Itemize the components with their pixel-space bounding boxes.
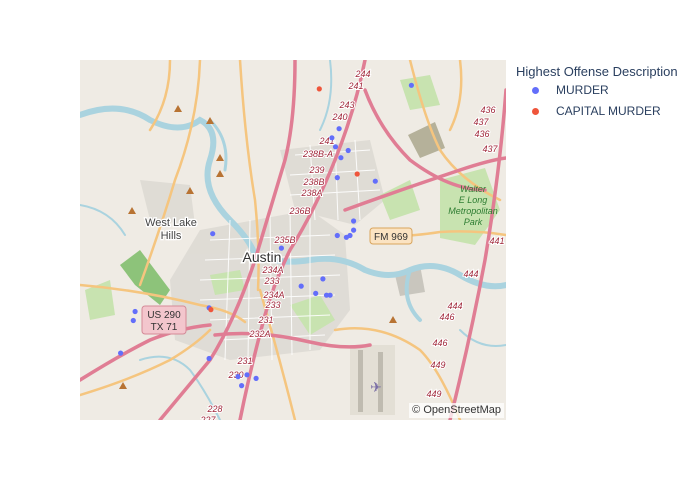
murder-point[interactable] — [320, 276, 326, 282]
map-attribution[interactable]: © OpenStreetMap — [409, 403, 504, 418]
legend-marker-capital-murder — [532, 108, 539, 115]
city-label-austin: Austin — [243, 249, 282, 265]
murder-point[interactable] — [244, 372, 250, 378]
exit-number-label: 449 — [430, 360, 445, 370]
exit-number-label: 235B — [273, 235, 295, 245]
murder-point[interactable] — [372, 178, 378, 184]
shield-us290-tx71: US 290 TX 71 — [141, 305, 187, 335]
exit-number-label: 238A — [300, 188, 322, 198]
legend-item-murder[interactable]: MURDER — [516, 81, 678, 100]
exit-number-label: 444 — [463, 269, 478, 279]
exit-number-label: 240 — [331, 112, 347, 122]
exit-number-label: 437 — [473, 117, 489, 127]
murder-point[interactable] — [278, 245, 284, 251]
exit-number-label: 446 — [432, 338, 447, 348]
quarry — [408, 122, 445, 158]
exit-number-label: 236B — [288, 206, 310, 216]
legend-label-capital-murder: CAPITAL MURDER — [556, 104, 661, 118]
exit-number-label: 436 — [480, 105, 495, 115]
exit-number-label: 436 — [474, 129, 489, 139]
exit-number-label: 231 — [236, 356, 252, 366]
exit-number-label: 232A — [248, 329, 270, 339]
murder-point[interactable] — [338, 155, 344, 161]
capital-murder-point[interactable] — [316, 86, 322, 92]
capital-murder-point[interactable] — [208, 307, 214, 313]
murder-point[interactable] — [343, 234, 349, 240]
murder-point[interactable] — [239, 383, 245, 389]
place-label-west-lake-2: Hills — [161, 230, 182, 242]
shield-us290-label: US 290 — [147, 310, 181, 321]
shield-fm969: FM 969 — [369, 227, 413, 245]
murder-point[interactable] — [298, 283, 304, 289]
exit-number-label: 239 — [308, 165, 324, 175]
murder-point[interactable] — [253, 375, 259, 381]
murder-point[interactable] — [351, 227, 357, 233]
place-label-west-lake-1: West Lake — [145, 217, 197, 229]
murder-point[interactable] — [408, 82, 414, 88]
exit-number-label: 449 — [426, 389, 441, 399]
sh130 — [448, 88, 506, 420]
murder-point[interactable] — [132, 308, 138, 315]
murder-point[interactable] — [323, 292, 330, 298]
exit-number-label: 227 — [199, 415, 216, 420]
capital-murder-point[interactable] — [354, 171, 360, 177]
legend-label-murder: MURDER — [556, 83, 609, 97]
shield-tx71-label: TX 71 — [151, 322, 178, 333]
map-panel[interactable]: ✈ 244 241 243 240 241 238B-A 239 238B 23… — [80, 60, 506, 420]
murder-point[interactable] — [332, 144, 339, 150]
exit-number-label: 446 — [439, 312, 454, 322]
park-label-4: Park — [464, 217, 483, 227]
park-label-2: E Long — [459, 195, 488, 205]
murder-point[interactable] — [336, 126, 342, 132]
exit-number-label: 230 — [227, 370, 243, 380]
murder-point[interactable] — [345, 147, 351, 154]
murder-point[interactable] — [329, 135, 335, 141]
park-label-1: Walter — [460, 184, 487, 194]
airport: ✈ — [350, 345, 395, 415]
exit-number-label: 444 — [447, 301, 462, 311]
legend-title: Highest Offense Description — [516, 64, 678, 79]
exit-number-label: 238B — [302, 177, 324, 187]
exit-number-label: 234A — [261, 265, 283, 275]
murder-point[interactable] — [206, 355, 212, 362]
legend-marker-murder — [532, 87, 539, 94]
exit-number-label: 231 — [257, 315, 273, 325]
exit-number-label: 233 — [264, 300, 280, 310]
murder-point[interactable] — [351, 218, 357, 224]
exit-number-label: 241 — [347, 81, 363, 91]
exit-number-label: 233 — [263, 276, 279, 286]
murder-point[interactable] — [130, 317, 136, 324]
exit-number-label: 238B-A — [302, 149, 333, 159]
exit-number-label: 243 — [338, 100, 354, 110]
shield-fm969-label: FM 969 — [374, 232, 408, 243]
murder-point[interactable] — [334, 232, 340, 239]
exit-number-label: 441 — [489, 236, 504, 246]
street-map[interactable]: ✈ 244241243240241238B-A239238B238A236B23… — [80, 60, 506, 420]
exit-number-label: 244 — [354, 69, 370, 79]
park-label-3: Metropolitan — [448, 206, 498, 216]
murder-point[interactable] — [313, 290, 319, 296]
exit-number-label: 437 — [482, 144, 498, 154]
murder-point[interactable] — [210, 231, 216, 237]
murder-point[interactable] — [118, 350, 124, 356]
svg-text:✈: ✈ — [370, 379, 382, 395]
exit-number-label: 234A — [262, 290, 284, 300]
legend-item-capital-murder[interactable]: CAPITAL MURDER — [516, 102, 678, 121]
murder-point[interactable] — [334, 175, 340, 181]
legend: Highest Offense Description MURDER CAPIT… — [516, 64, 678, 121]
murder-point[interactable] — [235, 374, 241, 380]
exit-number-label: 228 — [206, 404, 222, 414]
